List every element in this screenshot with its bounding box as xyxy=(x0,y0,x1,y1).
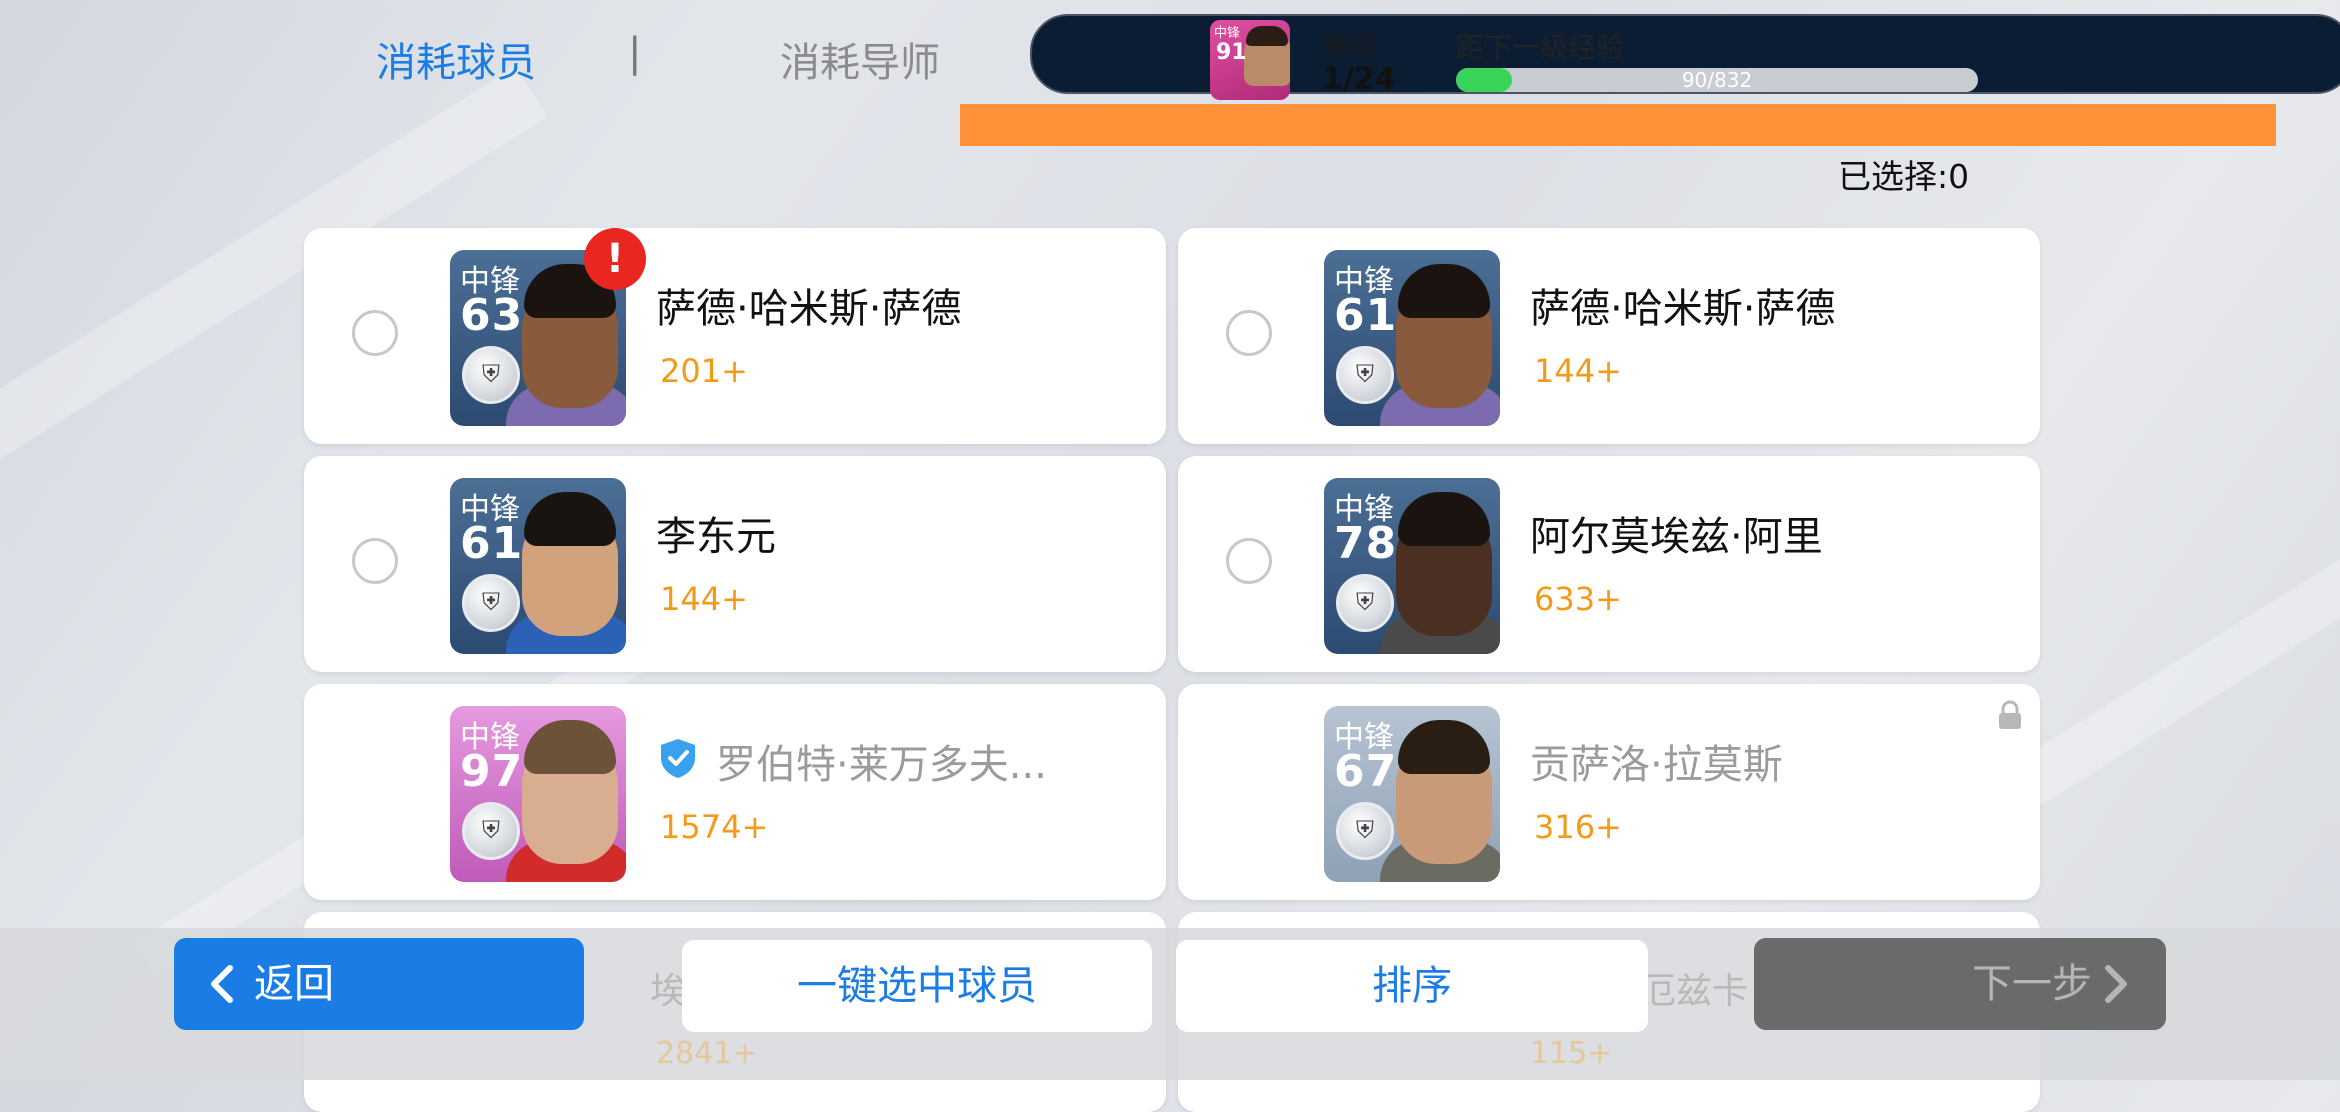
player-portrait: 中锋 67 ⛨ xyxy=(1324,706,1500,882)
exp-progress-text: 90/832 xyxy=(1681,68,1753,92)
player-rating: 63 xyxy=(460,290,524,341)
alert-icon: ! xyxy=(584,228,646,290)
player-card[interactable]: 中锋 61 ⛨ 萨德·哈米斯·萨德 144+ xyxy=(1178,228,2040,444)
player-hair xyxy=(524,720,616,774)
level-label: 等级 xyxy=(1322,31,1379,64)
player-exp-value: 144+ xyxy=(1534,352,1622,390)
club-badge-icon: ⛨ xyxy=(1336,802,1394,860)
back-button-label: 返回 xyxy=(254,961,334,1007)
partial-player-exp: 115+ xyxy=(1530,1036,1613,1071)
player-exp-value: 144+ xyxy=(660,580,748,618)
club-badge-icon: ⛨ xyxy=(1336,346,1394,404)
player-card-locked: 中锋 67 ⛨ 贡萨洛·拉莫斯 316+ xyxy=(1178,684,2040,900)
select-radio[interactable] xyxy=(352,538,398,584)
level-panel: 中锋 91 等级 1/24 距下一级经验 90/832 xyxy=(1030,14,2340,100)
player-hair xyxy=(1398,492,1490,546)
target-player-rating: 91 xyxy=(1216,40,1247,65)
tab-consume-mentors[interactable]: 消耗导师 xyxy=(780,30,940,88)
player-hair xyxy=(524,492,616,546)
player-hair xyxy=(1398,720,1490,774)
select-radio[interactable] xyxy=(1226,310,1272,356)
player-rating: 67 xyxy=(1334,746,1398,797)
selected-count: 已选择:0 xyxy=(1838,157,1970,196)
next-button[interactable]: 下一步 xyxy=(1754,938,2166,1030)
player-card[interactable]: 中锋 78 ⛨ 阿尔莫埃兹·阿里 633+ xyxy=(1178,456,2040,672)
player-portrait: 中锋 61 ⛨ xyxy=(450,478,626,654)
player-name: 阿尔莫埃兹·阿里 xyxy=(1530,514,1823,560)
target-player-hair xyxy=(1246,26,1288,46)
player-rating: 97 xyxy=(460,746,524,797)
player-hair xyxy=(1398,264,1490,318)
player-portrait: 中锋 97 ⛨ xyxy=(450,706,626,882)
partial-player-name: 厄兹卡 xyxy=(1640,971,1749,1012)
select-radio[interactable] xyxy=(1226,538,1272,584)
player-name: 李东元 xyxy=(656,514,776,560)
player-name: 萨德·哈米斯·萨德 xyxy=(656,286,962,332)
auto-select-button[interactable]: 一键选中球员 xyxy=(682,940,1152,1032)
player-rating: 78 xyxy=(1334,518,1398,569)
select-radio[interactable] xyxy=(352,310,398,356)
player-portrait: 中锋 78 ⛨ xyxy=(1324,478,1500,654)
club-badge-icon: ⛨ xyxy=(462,346,520,404)
lock-icon xyxy=(1999,700,2021,729)
target-player-position: 中锋 xyxy=(1214,26,1241,41)
next-button-label: 下一步 xyxy=(1972,961,2092,1007)
player-card[interactable]: 中锋 61 ⛨ 李东元 144+ xyxy=(304,456,1166,672)
target-player-card: 中锋 91 xyxy=(1210,20,1290,100)
player-portrait: 中锋 61 ⛨ xyxy=(1324,250,1500,426)
chevron-left-icon xyxy=(211,965,233,1003)
tab-separator: | xyxy=(628,30,642,76)
player-exp-value: 201+ xyxy=(660,352,748,390)
player-name: 萨德·哈米斯·萨德 xyxy=(1530,286,1836,332)
exp-progress-bar: 90/832 xyxy=(1456,68,1978,92)
sort-button[interactable]: 排序 xyxy=(1176,940,1648,1032)
club-badge-icon: ⛨ xyxy=(1336,574,1394,632)
partial-player-name: 埃 xyxy=(650,971,687,1012)
player-exp-value: 633+ xyxy=(1534,580,1622,618)
exp-gain-bar xyxy=(960,104,2276,146)
club-badge-icon: ⛨ xyxy=(462,574,520,632)
next-level-exp-label: 距下一级经验 xyxy=(1456,31,1625,64)
player-rating: 61 xyxy=(460,518,524,569)
shield-check-icon xyxy=(661,739,695,778)
player-exp-value: 316+ xyxy=(1534,808,1622,846)
player-exp-value: 1574+ xyxy=(660,808,769,846)
player-rating: 61 xyxy=(1334,290,1398,341)
player-name: 罗伯特·莱万多夫... xyxy=(716,742,1047,788)
back-button[interactable]: 返回 xyxy=(174,938,584,1030)
level-value: 1/24 xyxy=(1322,62,1396,97)
partial-player-exp: 2841+ xyxy=(656,1036,758,1071)
player-name: 贡萨洛·拉莫斯 xyxy=(1530,742,1783,788)
chevron-right-icon xyxy=(2105,965,2127,1003)
tab-consume-players[interactable]: 消耗球员 xyxy=(376,30,536,88)
player-card[interactable]: 中锋 63 ⛨ ! 萨德·哈米斯·萨德 201+ xyxy=(304,228,1166,444)
club-badge-icon: ⛨ xyxy=(462,802,520,860)
player-card-protected: 中锋 97 ⛨ 罗伯特·莱万多夫... 1574+ xyxy=(304,684,1166,900)
